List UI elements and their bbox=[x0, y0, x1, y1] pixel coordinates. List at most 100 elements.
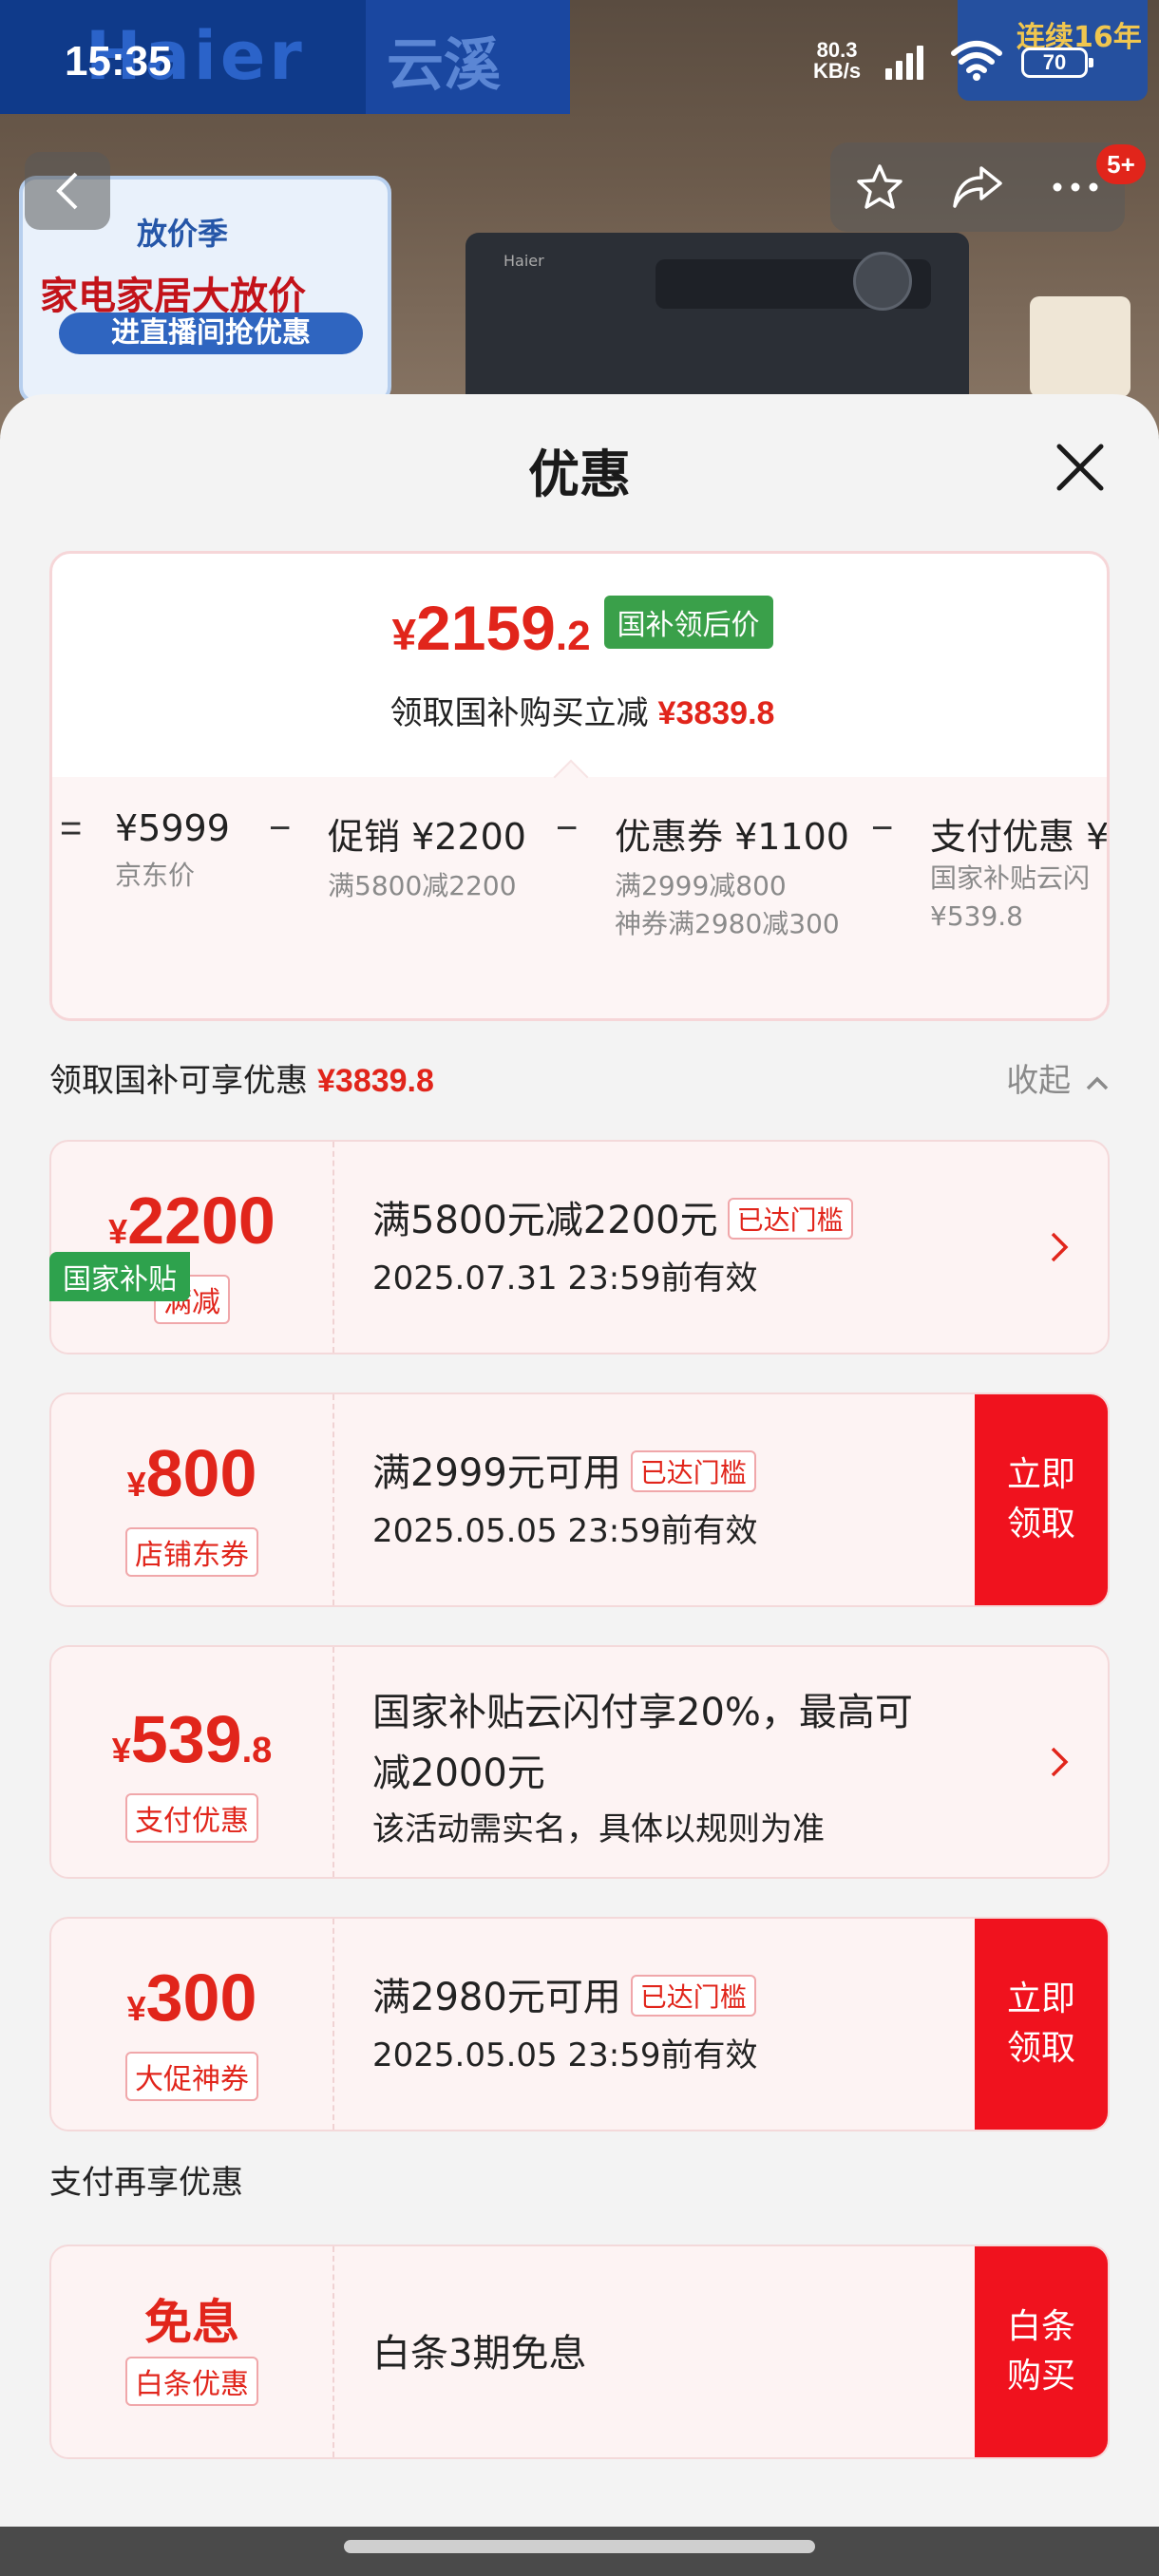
price-subtext: 领取国补购买立减 ¥3839.8 bbox=[52, 687, 1107, 733]
formula-minus: − bbox=[556, 807, 579, 849]
coupon-card[interactable]: ¥539.8 支付优惠 国家补贴云闪付享20%，最高可 减2000元 该活动需实… bbox=[49, 1645, 1110, 1879]
formula-item-sub: 国家补贴云闪 bbox=[930, 862, 1091, 894]
coupon-amount-value: 2200 bbox=[127, 1184, 276, 1258]
formula-item-title: 支付优惠 ¥ bbox=[930, 816, 1110, 858]
coupon-left: 免息 白条优惠 bbox=[51, 2246, 334, 2457]
share-button[interactable] bbox=[944, 154, 1011, 220]
subtext-amount: ¥3839.8 bbox=[657, 695, 775, 731]
coupon-currency: ¥ bbox=[126, 1465, 146, 1504]
side-thumbnail bbox=[1030, 296, 1130, 397]
gov-label-text: 领取国补可享优惠 bbox=[49, 1062, 308, 1100]
coupon-condition: 满2999元可用 已达门槛 bbox=[372, 1442, 965, 1497]
claim-coupon-button[interactable]: 立即领取 bbox=[975, 1919, 1108, 2130]
star-icon bbox=[856, 164, 902, 209]
coupon-condition-text: 满5800元减2200元 bbox=[372, 1199, 718, 1242]
final-price: ¥2159.2 bbox=[391, 592, 590, 664]
formula-item: ¥5999 京东价 bbox=[115, 807, 230, 895]
status-time: 15:35 bbox=[65, 38, 172, 85]
summary-header: ¥2159.2 国补领后价 领取国补购买立减 ¥3839.8 bbox=[52, 554, 1107, 782]
coupon-expiry: 2025.07.31 23:59前有效 bbox=[372, 1260, 758, 1297]
coupon-card[interactable]: ¥2200 满减 满5800元减2200元 已达门槛 2025.07.31 23:… bbox=[49, 1140, 1110, 1354]
sheet-title: 优惠 bbox=[528, 445, 631, 504]
formula-minus: − bbox=[269, 807, 292, 849]
baitiao-card: 免息 白条优惠 白条3期免息 白条购买 bbox=[49, 2245, 1110, 2459]
coupon-amount-decimal: .8 bbox=[241, 1731, 273, 1771]
coupon-note: 该活动需实名，具体以规则为准 bbox=[372, 1810, 825, 1848]
share-icon bbox=[953, 166, 1002, 208]
collapse-button[interactable]: 收起 bbox=[1006, 1054, 1110, 1101]
collapse-label: 收起 bbox=[1006, 1062, 1072, 1100]
coupon-details: 满5800元减2200元 已达门槛 2025.07.31 23:59前有效 bbox=[372, 1189, 965, 1298]
price-formula: = ¥5999 京东价 − 促销 ¥2200 满5800减2200 − 优惠券 … bbox=[52, 777, 1110, 1018]
threshold-tag: 已达门槛 bbox=[727, 1198, 853, 1240]
notification-badge: 5+ bbox=[1096, 144, 1146, 184]
final-price-row: ¥2159.2 国补领后价 bbox=[52, 592, 1107, 664]
net-speed-unit: KB/s bbox=[813, 59, 862, 83]
net-speed-value: 80.3 bbox=[816, 38, 858, 62]
price-currency: ¥ bbox=[391, 610, 417, 659]
price-decimal: .2 bbox=[555, 613, 591, 659]
promo-button: 进直播间抢优惠 bbox=[59, 313, 363, 354]
chevron-left-icon bbox=[56, 172, 78, 210]
chevron-right-icon bbox=[1051, 1747, 1069, 1777]
coupon-left: ¥539.8 支付优惠 bbox=[51, 1647, 334, 1877]
back-button[interactable] bbox=[25, 152, 110, 230]
coupon-details: 国家补贴云闪付享20%，最高可 减2000元 该活动需实名，具体以规则为准 bbox=[372, 1681, 994, 1849]
close-icon[interactable] bbox=[1050, 437, 1111, 498]
machine-knob bbox=[853, 252, 912, 311]
formula-item-title: ¥5999 bbox=[115, 807, 230, 849]
coupon-condition-line1: 国家补贴云闪付享20%，最高可 bbox=[372, 1691, 913, 1734]
coupon-amount-value: 539 bbox=[130, 1702, 242, 1776]
national-subsidy-badge: 国家补贴 bbox=[49, 1252, 190, 1301]
home-indicator[interactable] bbox=[344, 2540, 815, 2553]
formula-item: 优惠券 ¥1100 满2999减800 神券满2980减300 bbox=[615, 807, 849, 943]
gov-label-amount: ¥3839.8 bbox=[317, 1063, 434, 1099]
promo-title: 放价季 bbox=[137, 216, 229, 252]
formula-item-sub: 京东价 bbox=[115, 860, 196, 891]
formula-item-sub: 神券满2980减300 bbox=[615, 908, 840, 939]
coupon-currency: ¥ bbox=[108, 1212, 128, 1251]
coupon-details: 满2980元可用 已达门槛 2025.05.05 23:59前有效 bbox=[372, 1966, 965, 2075]
coupon-condition-text: 满2980元可用 bbox=[372, 1976, 621, 2019]
top-actions bbox=[830, 142, 1125, 232]
coupon-currency: ¥ bbox=[126, 1989, 146, 2028]
coupon-amount-value: 300 bbox=[145, 1960, 257, 2035]
coupon-type: 白条优惠 bbox=[125, 2357, 258, 2406]
coupon-details: 满2999元可用 已达门槛 2025.05.05 23:59前有效 bbox=[372, 1442, 965, 1551]
subtext-label: 领取国补购买立减 bbox=[390, 694, 649, 732]
price-summary-card: ¥2159.2 国补领后价 领取国补购买立减 ¥3839.8 = ¥5999 京东价… bbox=[49, 551, 1110, 1021]
discount-sheet: 优惠 ¥2159.2 国补领后价 领取国补购买立减 ¥3839.8 = ¥5999 … bbox=[0, 394, 1159, 2531]
coupon-type: 支付优惠 bbox=[125, 1793, 258, 1843]
gov-subsidy-label: 领取国补可享优惠 ¥3839.8 bbox=[49, 1054, 434, 1101]
coupon-expiry: 2025.05.05 23:59前有效 bbox=[372, 1512, 758, 1550]
net-speed: 80.3 KB/s bbox=[813, 40, 861, 82]
formula-item-title: 促销 ¥2200 bbox=[328, 816, 526, 858]
coupon-currency: ¥ bbox=[111, 1731, 131, 1770]
coupon-type: 大促神券 bbox=[125, 2052, 258, 2101]
formula-item-sub: 满5800减2200 bbox=[328, 870, 517, 901]
formula-item-sub: ¥539.8 bbox=[930, 900, 1023, 932]
formula-equals: = bbox=[60, 807, 83, 849]
baitiao-amount: 免息 bbox=[144, 2296, 239, 2349]
more-icon bbox=[1053, 182, 1098, 192]
formula-item-title: 优惠券 ¥1100 bbox=[615, 816, 849, 858]
claim-coupon-button[interactable]: 立即领取 bbox=[975, 1394, 1108, 1605]
formula-item: 促销 ¥2200 满5800减2200 bbox=[328, 807, 526, 905]
coupon-amount-value: 800 bbox=[145, 1436, 257, 1510]
baitiao-buy-button[interactable]: 白条购买 bbox=[975, 2246, 1108, 2457]
favorite-button[interactable] bbox=[846, 154, 913, 220]
coupon-amount: ¥300 bbox=[51, 1960, 332, 2046]
chevron-up-icon bbox=[1086, 1076, 1109, 1090]
coupon-amount: ¥539.8 bbox=[51, 1702, 332, 1788]
coupon-amount: ¥800 bbox=[51, 1436, 332, 1522]
baitiao-text: 白条3期免息 bbox=[372, 2332, 587, 2376]
coupon-left: ¥800 店铺东券 bbox=[51, 1394, 334, 1605]
coupon-left: ¥2200 满减 bbox=[51, 1142, 334, 1353]
coupon-condition-line2: 减2000元 bbox=[372, 1752, 545, 1795]
coupon-card: ¥300 大促神券 满2980元可用 已达门槛 2025.05.05 23:59前… bbox=[49, 1917, 1110, 2131]
price-tag: 国补领后价 bbox=[603, 596, 773, 649]
status-bar: 15:35 80.3 KB/s 70 bbox=[0, 0, 1159, 123]
coupon-left: ¥300 大促神券 bbox=[51, 1919, 334, 2130]
coupon-condition-text: 满2999元可用 bbox=[372, 1451, 621, 1495]
threshold-tag: 已达门槛 bbox=[630, 1975, 756, 2017]
